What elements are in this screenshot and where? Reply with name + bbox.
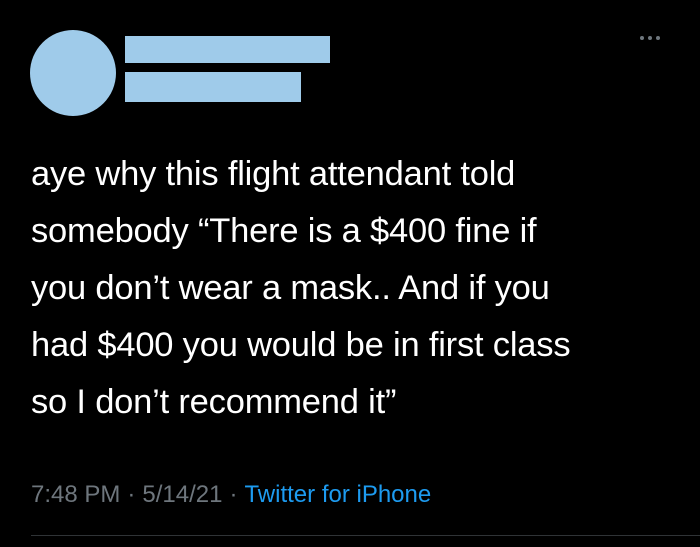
username-redacted[interactable] [125, 72, 301, 102]
tweet-metadata: 7:48 PM · 5/14/21 · Twitter for iPhone [31, 478, 431, 512]
avatar-redacted[interactable] [30, 30, 116, 116]
more-horizontal-icon [640, 36, 660, 40]
meta-separator: · [127, 481, 136, 508]
divider [31, 535, 700, 536]
more-options-button[interactable] [630, 28, 670, 48]
tweet-source-link[interactable]: Twitter for iPhone [244, 478, 431, 512]
tweet-time[interactable]: 7:48 PM [31, 478, 120, 512]
tweet: aye why this flight attendant told someb… [0, 0, 700, 547]
tweet-date[interactable]: 5/14/21 [142, 478, 222, 512]
display-name-redacted[interactable] [125, 36, 330, 63]
tweet-text: aye why this flight attendant told someb… [31, 155, 571, 421]
meta-separator: · [229, 481, 238, 508]
